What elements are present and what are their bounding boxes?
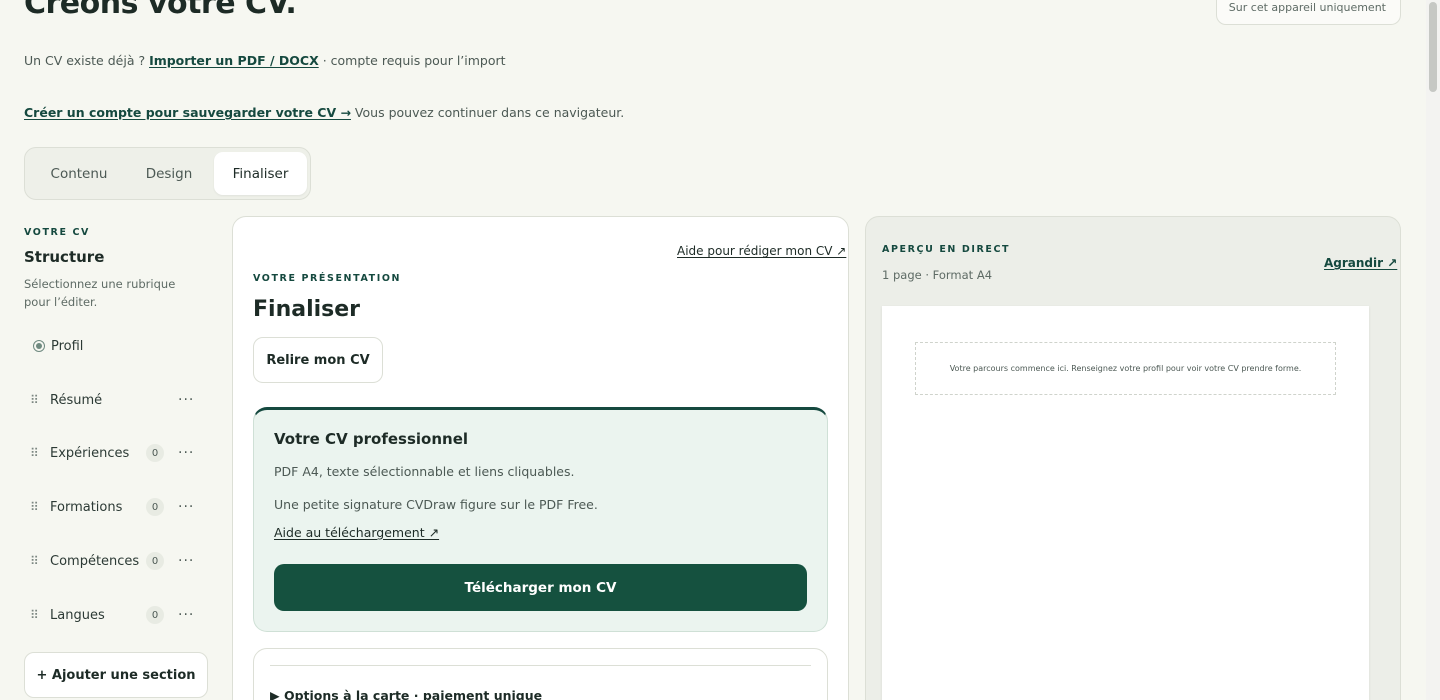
sidebar-item-langues[interactable]: ⠿ Langues 0 ··· bbox=[30, 600, 202, 630]
drag-handle-icon[interactable]: ⠿ bbox=[30, 446, 44, 460]
import-prefix: Un CV existe déjà ? bbox=[24, 53, 150, 68]
main-title: Finaliser bbox=[253, 297, 361, 322]
pro-cv-title: Votre CV professionnel bbox=[274, 430, 469, 448]
sidebar-hint: Sélectionnez une rubrique pour l’éditer. bbox=[24, 277, 176, 309]
more-options-icon[interactable]: ··· bbox=[178, 392, 194, 408]
sidebar-title: Structure bbox=[24, 248, 105, 266]
account-suffix: Vous pouvez continuer dans ce navigateur… bbox=[350, 105, 625, 120]
tab-design[interactable]: Design bbox=[127, 152, 211, 195]
more-options-icon[interactable]: ··· bbox=[178, 499, 194, 515]
sidebar-item-label: Formations bbox=[50, 499, 123, 515]
download-help-link[interactable]: Aide au téléchargement ↗ bbox=[274, 525, 439, 540]
pro-cv-format-text: PDF A4, texte sélectionnable et liens cl… bbox=[274, 464, 575, 479]
drag-handle-icon[interactable]: ⠿ bbox=[30, 500, 44, 514]
count-badge: 0 bbox=[146, 498, 164, 516]
tab-finaliser[interactable]: Finaliser bbox=[214, 152, 307, 195]
account-line: Créer un compte pour sauvegarder votre C… bbox=[24, 105, 624, 120]
options-summary-toggle[interactable]: ▶ Options à la carte · paiement unique bbox=[270, 688, 542, 700]
preview-eyebrow: APERÇU EN DIRECT bbox=[882, 244, 1011, 255]
import-line: Un CV existe déjà ? Importer un PDF / DO… bbox=[24, 53, 506, 68]
device-storage-badge: Sur cet appareil uniquement bbox=[1216, 0, 1401, 25]
sidebar-item-formations[interactable]: ⠿ Formations 0 ··· bbox=[30, 492, 202, 522]
add-section-button[interactable]: + Ajouter une section bbox=[24, 652, 208, 698]
import-pdf-docx-link[interactable]: Importer un PDF / DOCX bbox=[149, 53, 319, 68]
import-suffix: · compte requis pour l’import bbox=[318, 53, 506, 68]
page-title: Créons votre CV. bbox=[24, 0, 297, 21]
sidebar-item-experiences[interactable]: ⠿ Expériences 0 ··· bbox=[30, 438, 202, 468]
main-eyebrow: VOTRE PRÉSENTATION bbox=[253, 273, 402, 284]
more-options-icon[interactable]: ··· bbox=[178, 445, 194, 461]
sidebar-item-label: Compétences bbox=[50, 553, 140, 569]
sidebar-item-label: Langues bbox=[50, 607, 105, 623]
sidebar-item-label: Expériences bbox=[50, 445, 130, 461]
drag-handle-icon[interactable]: ⠿ bbox=[30, 608, 44, 622]
enlarge-preview-link[interactable]: Agrandir ↗ bbox=[1324, 256, 1397, 270]
sidebar-item-resume[interactable]: ⠿ Résumé ··· bbox=[30, 385, 202, 415]
options-divider bbox=[270, 665, 811, 666]
preview-meta: 1 page · Format A4 bbox=[882, 268, 993, 282]
editor-tabs: Contenu Design Finaliser bbox=[24, 147, 311, 200]
sidebar-eyebrow: VOTRE CV bbox=[24, 227, 90, 238]
download-cv-button[interactable]: Télécharger mon CV bbox=[274, 564, 807, 611]
cv-writing-help-link[interactable]: Aide pour rédiger mon CV ↗ bbox=[677, 244, 846, 258]
sidebar-item-competences[interactable]: ⠿ Compétences 0 ··· bbox=[30, 546, 202, 576]
count-badge: 0 bbox=[146, 552, 164, 570]
more-options-icon[interactable]: ··· bbox=[178, 607, 194, 623]
drag-handle-icon[interactable]: ⠿ bbox=[30, 554, 44, 568]
scrollbar-track[interactable] bbox=[1426, 0, 1440, 700]
more-options-icon[interactable]: ··· bbox=[178, 553, 194, 569]
drag-handle-icon[interactable]: ⠿ bbox=[30, 393, 44, 407]
preview-placeholder: Votre parcours commence ici. Renseignez … bbox=[915, 342, 1336, 395]
scrollbar-thumb[interactable] bbox=[1429, 2, 1437, 92]
sidebar-item-profil[interactable]: Profil bbox=[30, 331, 202, 361]
count-badge: 0 bbox=[146, 444, 164, 462]
sidebar-item-label: Profil bbox=[51, 338, 84, 354]
reread-cv-button[interactable]: Relire mon CV bbox=[253, 337, 383, 383]
create-account-link[interactable]: Créer un compte pour sauvegarder votre C… bbox=[24, 105, 351, 120]
sidebar-item-label: Résumé bbox=[50, 392, 103, 408]
radio-selected-icon bbox=[33, 340, 45, 352]
count-badge: 0 bbox=[146, 606, 164, 624]
tab-contenu[interactable]: Contenu bbox=[33, 152, 125, 195]
pro-cv-signature-text: Une petite signature CVDraw figure sur l… bbox=[274, 497, 598, 512]
